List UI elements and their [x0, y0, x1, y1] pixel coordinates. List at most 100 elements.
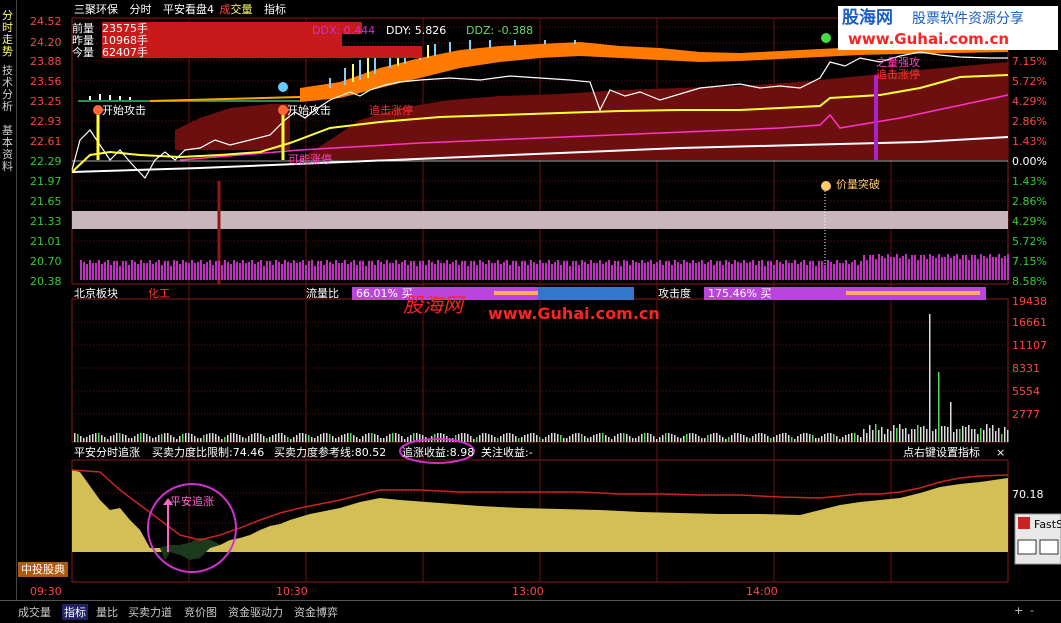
volume-bar	[548, 435, 550, 442]
mag-bar	[461, 261, 463, 280]
mag-bar	[920, 255, 922, 280]
bottom-tab[interactable]: 买卖力道	[128, 604, 172, 620]
volume-bar	[806, 433, 808, 442]
attack-value: 175.46% 买	[708, 287, 772, 300]
sub3[interactable]: 指标	[264, 3, 286, 16]
mag-bar	[239, 263, 241, 280]
bottom-tab[interactable]: 资金驱动力	[228, 604, 283, 620]
pct-tick: 0.00%	[1012, 155, 1047, 168]
indicator-name[interactable]: 平安看盘4	[163, 3, 214, 16]
volume-bar	[128, 438, 130, 442]
volume-bar	[902, 429, 904, 442]
volume-bar	[323, 433, 325, 442]
volume-bar	[818, 438, 820, 442]
mag-bar	[413, 261, 415, 280]
volume-bar	[803, 433, 805, 442]
mag-bar	[722, 265, 724, 280]
volume-bar	[95, 433, 97, 442]
volume-tick: 2777	[1012, 408, 1040, 421]
mag-bar	[971, 255, 973, 280]
volume-bar	[362, 436, 364, 442]
volume-bar	[356, 437, 358, 442]
volume-bar	[830, 433, 832, 442]
volume-bar	[614, 436, 616, 442]
mag-bar	[896, 254, 898, 280]
volume-bar	[98, 433, 100, 442]
mag-bar	[986, 258, 988, 280]
bottom-tab[interactable]: 量比	[96, 604, 118, 620]
volume-bar	[107, 439, 109, 442]
zoom-minus-button[interactable]: -	[1030, 604, 1034, 617]
mag-bar	[161, 265, 163, 280]
mag-bar	[452, 262, 454, 280]
volume-bar	[299, 433, 301, 442]
volume-bar	[575, 433, 577, 442]
mag-bar	[521, 261, 523, 280]
volume-bar	[860, 437, 862, 442]
mode-label[interactable]: 分时	[130, 3, 152, 16]
volume-bar	[1001, 434, 1003, 442]
mag-bar	[674, 260, 676, 280]
volume-bar	[668, 433, 670, 442]
volume-bar	[914, 429, 916, 442]
logo-slogan: 股票软件资源分享	[912, 11, 1024, 27]
volume-bar	[557, 434, 559, 442]
mag-bar	[893, 257, 895, 280]
mag-bar	[248, 262, 250, 280]
mag-bar	[992, 257, 994, 280]
volume-tick: 11107	[1012, 339, 1047, 352]
zhongtou-button[interactable]: 中投股典	[18, 562, 68, 577]
volume-bar	[926, 429, 928, 442]
mag-bar	[260, 260, 262, 280]
mag-bar	[659, 260, 661, 280]
lower-panel-value: 70.18	[1012, 488, 1044, 501]
volume-bar	[974, 429, 976, 442]
volume-bar	[671, 434, 673, 442]
volume-bar	[122, 434, 124, 442]
bottom-tab[interactable]: 资金博弈	[294, 604, 338, 620]
mag-bar	[869, 255, 871, 280]
volume-bar	[602, 433, 604, 442]
bottom-tab[interactable]: 成交量	[18, 604, 51, 620]
mag-bar	[440, 263, 442, 280]
volume-bar	[215, 434, 217, 442]
volume-bar	[137, 434, 139, 442]
mag-bar	[689, 263, 691, 280]
mag-bar	[551, 264, 553, 280]
volume-bar	[176, 439, 178, 442]
close-icon[interactable]: ×	[996, 446, 1005, 459]
pct-tick: 1.43%	[1012, 135, 1047, 148]
time-tick: 13:00	[512, 585, 544, 598]
mag-bar	[635, 262, 637, 280]
mag-bar	[233, 260, 235, 280]
mag-bar	[467, 266, 469, 280]
mag-bar	[740, 263, 742, 280]
mag-bar	[620, 266, 622, 280]
mag-bar	[500, 264, 502, 280]
volume-bar	[263, 436, 265, 442]
mag-bar	[437, 260, 439, 280]
mag-bar	[782, 264, 784, 280]
mag-bar	[98, 260, 100, 280]
bottom-tab[interactable]: 竞价图	[184, 604, 217, 620]
mag-bar	[671, 265, 673, 280]
mag-bar	[902, 256, 904, 280]
volume-tick: 5554	[1012, 385, 1040, 398]
mag-bar	[791, 263, 793, 280]
volume-bar	[908, 434, 910, 442]
volume-bar	[743, 435, 745, 442]
mag-bar	[275, 260, 277, 280]
mag-bar	[443, 263, 445, 280]
volume-bar	[710, 434, 712, 442]
mag-bar	[743, 260, 745, 280]
volume-bar	[731, 435, 733, 442]
mag-bar	[503, 262, 505, 280]
mag-bar	[296, 263, 298, 280]
zoom-plus-button[interactable]: +	[1014, 604, 1023, 617]
right-click-hint[interactable]: 点右键设置指标	[903, 446, 980, 459]
mag-bar	[794, 260, 796, 280]
bottom-tab[interactable]: 指标	[62, 604, 88, 620]
fasts-label[interactable]: FastS	[1034, 518, 1061, 531]
mag-bar	[590, 260, 592, 280]
volume-bar	[293, 437, 295, 442]
